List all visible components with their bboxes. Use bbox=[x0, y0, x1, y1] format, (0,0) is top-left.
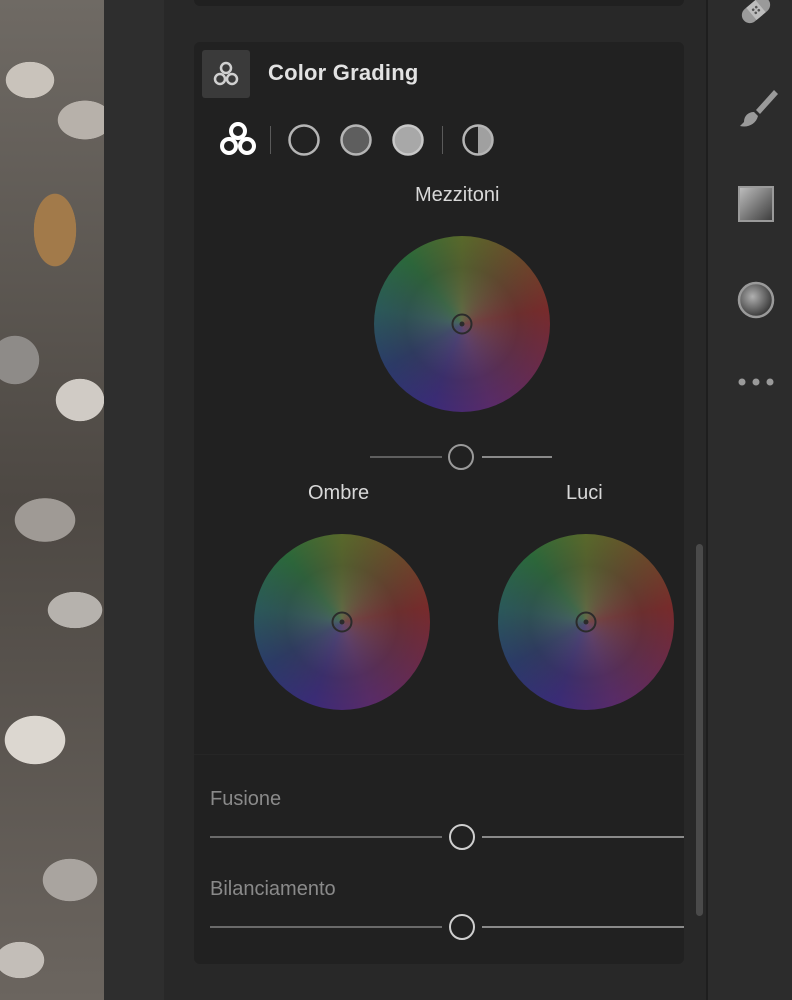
linear-gradient-tool-button[interactable] bbox=[736, 184, 776, 229]
photo-canvas[interactable] bbox=[0, 0, 104, 1000]
slider-track bbox=[482, 456, 552, 458]
healing-tool-button[interactable] bbox=[736, 0, 776, 37]
tools-sidebar bbox=[708, 0, 792, 1000]
mode-midtones[interactable] bbox=[338, 122, 374, 158]
midtones-circle-icon bbox=[340, 124, 372, 156]
slider-track bbox=[210, 836, 442, 838]
slider-knob[interactable] bbox=[449, 914, 475, 940]
balance-slider[interactable] bbox=[210, 914, 684, 940]
midtones-luminance-slider[interactable] bbox=[370, 444, 552, 470]
slider-track bbox=[482, 926, 684, 928]
mode-separator bbox=[270, 126, 271, 154]
slider-knob[interactable] bbox=[448, 444, 474, 470]
midtones-color-wheel[interactable] bbox=[374, 236, 550, 412]
brush-tool-button[interactable] bbox=[736, 86, 780, 135]
mode-global[interactable] bbox=[460, 122, 496, 158]
blending-label: Fusione bbox=[210, 788, 282, 810]
highlights-color-wheel[interactable] bbox=[498, 534, 674, 710]
wheel-center-handle[interactable] bbox=[574, 610, 598, 634]
three-circles-icon bbox=[220, 122, 256, 155]
shadows-color-wheel[interactable] bbox=[254, 534, 430, 710]
panel-scrollbar[interactable] bbox=[696, 544, 703, 916]
wheel-center-handle[interactable] bbox=[450, 312, 474, 336]
slider-track bbox=[370, 456, 442, 458]
slider-track bbox=[482, 836, 684, 838]
canvas-gutter bbox=[104, 0, 164, 1000]
healing-bandage-icon bbox=[741, 0, 771, 24]
section-divider bbox=[194, 754, 684, 755]
three-circles-icon bbox=[213, 61, 239, 86]
color-grading-toggle[interactable] bbox=[202, 50, 250, 98]
mode-highlights[interactable] bbox=[390, 122, 426, 158]
mode-separator bbox=[442, 126, 443, 154]
balance-label: Bilanciamento bbox=[210, 878, 336, 900]
mode-three-way[interactable] bbox=[218, 120, 258, 160]
more-tools-button[interactable] bbox=[736, 372, 776, 397]
brush-icon bbox=[740, 90, 778, 127]
wheel-center-handle[interactable] bbox=[330, 610, 354, 634]
radial-gradient-tool-button[interactable] bbox=[736, 280, 776, 325]
previous-section-card bbox=[194, 0, 684, 6]
linear-gradient-icon bbox=[738, 186, 774, 222]
midtones-label: Mezzitoni bbox=[415, 184, 500, 206]
slider-knob[interactable] bbox=[449, 824, 475, 850]
shadows-circle-icon bbox=[288, 124, 320, 156]
color-grading-section: Color Grading Mezzitoni Ombre Luci Fusio… bbox=[194, 42, 684, 964]
mode-shadows[interactable] bbox=[286, 122, 322, 158]
slider-track bbox=[210, 926, 442, 928]
global-half-circle-icon bbox=[462, 124, 494, 156]
highlights-circle-icon bbox=[392, 124, 424, 156]
section-title[interactable]: Color Grading bbox=[268, 60, 419, 86]
radial-gradient-icon bbox=[737, 281, 775, 319]
shadows-label: Ombre bbox=[308, 482, 370, 504]
more-dots-icon bbox=[738, 378, 774, 386]
highlights-label: Luci bbox=[566, 482, 603, 504]
blending-slider[interactable] bbox=[210, 824, 684, 850]
